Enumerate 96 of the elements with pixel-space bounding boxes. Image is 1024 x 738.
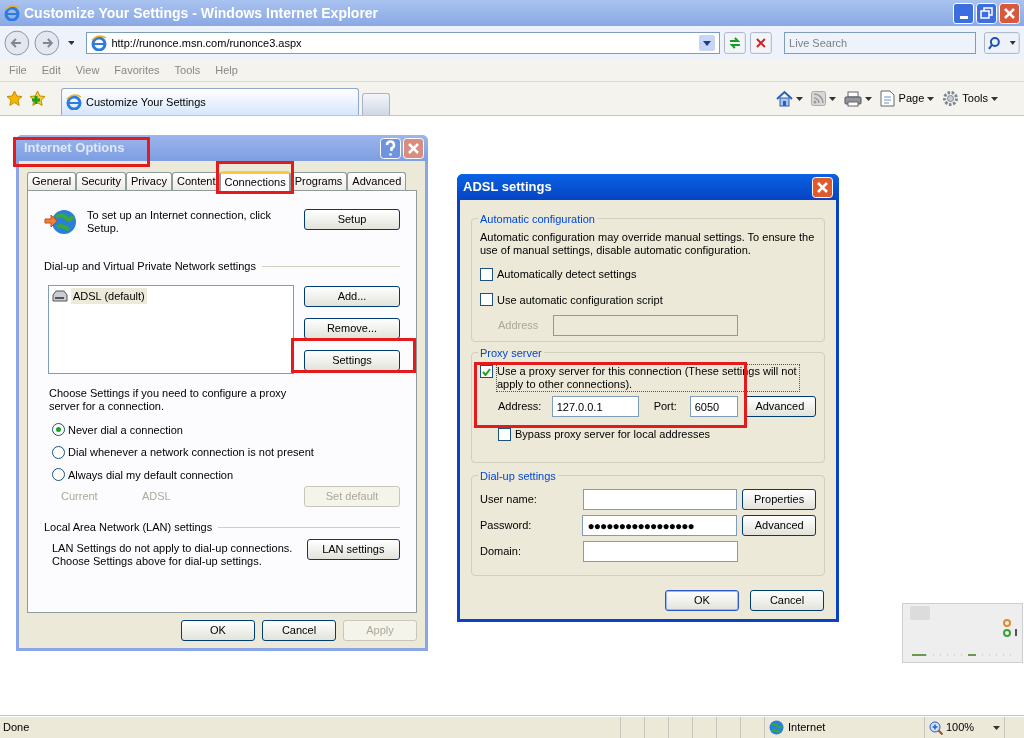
close-button[interactable]: [812, 176, 833, 198]
connection-item[interactable]: ADSL (default): [71, 287, 147, 304]
zoom-level[interactable]: 100%: [946, 719, 975, 736]
caret-icon[interactable]: [864, 96, 872, 101]
dialog-button[interactable]: OK: [181, 620, 255, 641]
radio-button[interactable]: [52, 445, 65, 459]
dialog-tab[interactable]: Security: [76, 172, 126, 190]
security-zone: Internet: [788, 720, 826, 736]
dialog-tab[interactable]: Programs: [289, 172, 348, 190]
dialog-button[interactable]: Settings: [304, 349, 400, 371]
field-label: Current: [61, 489, 99, 505]
radio-button[interactable]: [52, 468, 65, 482]
checkbox[interactable]: [480, 267, 493, 281]
dialog-button[interactable]: OK: [665, 590, 739, 611]
dialog-tab[interactable]: Content: [171, 172, 221, 190]
caret-icon[interactable]: [993, 725, 1000, 730]
setup-instructions: To set up an Internet connection, click Setup.: [87, 209, 273, 235]
gear-icon[interactable]: [942, 90, 960, 107]
proxy-address-field[interactable]: 127.0.0.1: [551, 396, 639, 417]
dialog-tab[interactable]: Connections: [220, 171, 290, 191]
browser-logo-icon: [4, 5, 20, 21]
address-dropdown-button[interactable]: [699, 35, 716, 51]
status-text: Done: [3, 720, 30, 736]
home-icon[interactable]: [775, 90, 793, 107]
field-label: Port:: [653, 399, 678, 415]
dialog-tab[interactable]: Advanced: [347, 172, 407, 190]
browser-tab[interactable]: Customize Your Settings: [61, 88, 359, 115]
text-field[interactable]: [582, 489, 738, 510]
tab-title: Customize Your Settings: [86, 94, 206, 110]
minimize-button[interactable]: [953, 2, 974, 24]
dialog-tab[interactable]: Privacy: [125, 172, 172, 190]
dialog-button[interactable]: Advanced: [742, 515, 816, 536]
back-button[interactable]: [4, 30, 30, 56]
dialog-button[interactable]: Properties: [742, 489, 816, 510]
setup-button[interactable]: Setup: [304, 209, 400, 230]
radio-label: Always dial my default connection: [68, 467, 234, 483]
refresh-button[interactable]: [724, 32, 747, 54]
section-heading: Dial-up and Virtual Private Network settings: [44, 259, 256, 274]
favorites-star-icon[interactable]: [6, 90, 23, 107]
toolbar-menu-button[interactable]: Tools: [962, 90, 988, 107]
help-button[interactable]: [380, 137, 401, 159]
dialog-button[interactable]: Add...: [304, 285, 400, 307]
port-field[interactable]: 6050: [689, 396, 738, 417]
zoom-icon[interactable]: [929, 720, 943, 735]
checkbox-label: Bypass proxy server for local addresses: [515, 427, 711, 442]
field-label: Address: [498, 318, 540, 334]
proxy-instructions: Choose Settings if you need to configure a proxy server for a connection.: [49, 386, 288, 413]
radio-label: Dial whenever a network connection is not present: [68, 445, 314, 460]
printer-icon[interactable]: [843, 90, 862, 107]
toolbar-menu-button[interactable]: Page: [898, 90, 925, 107]
address-bar[interactable]: http://runonce.msn.com/runonce3.aspx: [86, 32, 721, 54]
field-label: Password:: [480, 518, 533, 534]
page-icon: [66, 94, 82, 110]
dialog-title: ADSL settings: [463, 178, 552, 197]
group-description: Automatic configuration may override manual settings. To ensure the use of manual settings, disable automatic configuration.: [480, 231, 816, 257]
close-button[interactable]: [999, 2, 1020, 24]
page-icon[interactable]: [879, 90, 896, 107]
globe-icon: [44, 207, 78, 237]
current-connection: ADSL: [142, 489, 171, 505]
address-url: http://runonce.msn.com/runonce3.aspx: [111, 35, 302, 51]
search-field[interactable]: Live Search: [784, 32, 977, 54]
caret-icon[interactable]: [795, 96, 803, 101]
close-button[interactable]: [403, 137, 424, 159]
checkbox-label: Automatically detect settings: [497, 267, 637, 282]
add-favorite-icon[interactable]: [29, 90, 46, 107]
modem-icon: [51, 288, 68, 303]
checkbox[interactable]: [480, 293, 493, 307]
page-icon: [91, 35, 108, 51]
history-dropdown-icon[interactable]: [67, 41, 75, 45]
dialog-button[interactable]: Remove...: [304, 317, 400, 339]
dialog-title: Internet Options: [24, 139, 125, 158]
lan-settings-button[interactable]: LAN settings: [306, 538, 400, 560]
field-label: User name:: [480, 492, 538, 508]
search-button[interactable]: [984, 32, 1020, 54]
field-label: Address:: [498, 399, 543, 415]
caret-icon[interactable]: [927, 96, 935, 101]
window-title: Customize Your Settings - Windows Internet Explorer: [24, 3, 379, 23]
text-field[interactable]: [583, 541, 738, 562]
checkmark-icon: [482, 367, 491, 376]
field-label: Domain:: [480, 544, 522, 560]
forward-button[interactable]: [33, 30, 60, 56]
dialog-button[interactable]: Cancel: [262, 620, 336, 641]
radio-label: Never dial a connection: [68, 422, 183, 438]
lan-instructions: LAN Settings do not apply to dial-up connections. Choose Settings above for dial-up settings.: [52, 541, 294, 568]
restore-button[interactable]: [976, 2, 997, 24]
radio-button[interactable]: [52, 423, 65, 437]
checkbox[interactable]: [480, 365, 493, 378]
text-field[interactable]: ●●●●●●●●●●●●●●●●●: [582, 515, 738, 536]
section-heading: Local Area Network (LAN) settings: [44, 520, 213, 535]
dialog-button[interactable]: Cancel: [750, 590, 824, 611]
caret-icon[interactable]: [828, 96, 836, 101]
dialog-tab[interactable]: General: [27, 172, 77, 190]
globe-icon: [769, 720, 784, 735]
stop-button[interactable]: [750, 32, 773, 54]
checkbox-label: Use automatic configuration script: [497, 292, 663, 308]
caret-icon[interactable]: [991, 96, 998, 101]
